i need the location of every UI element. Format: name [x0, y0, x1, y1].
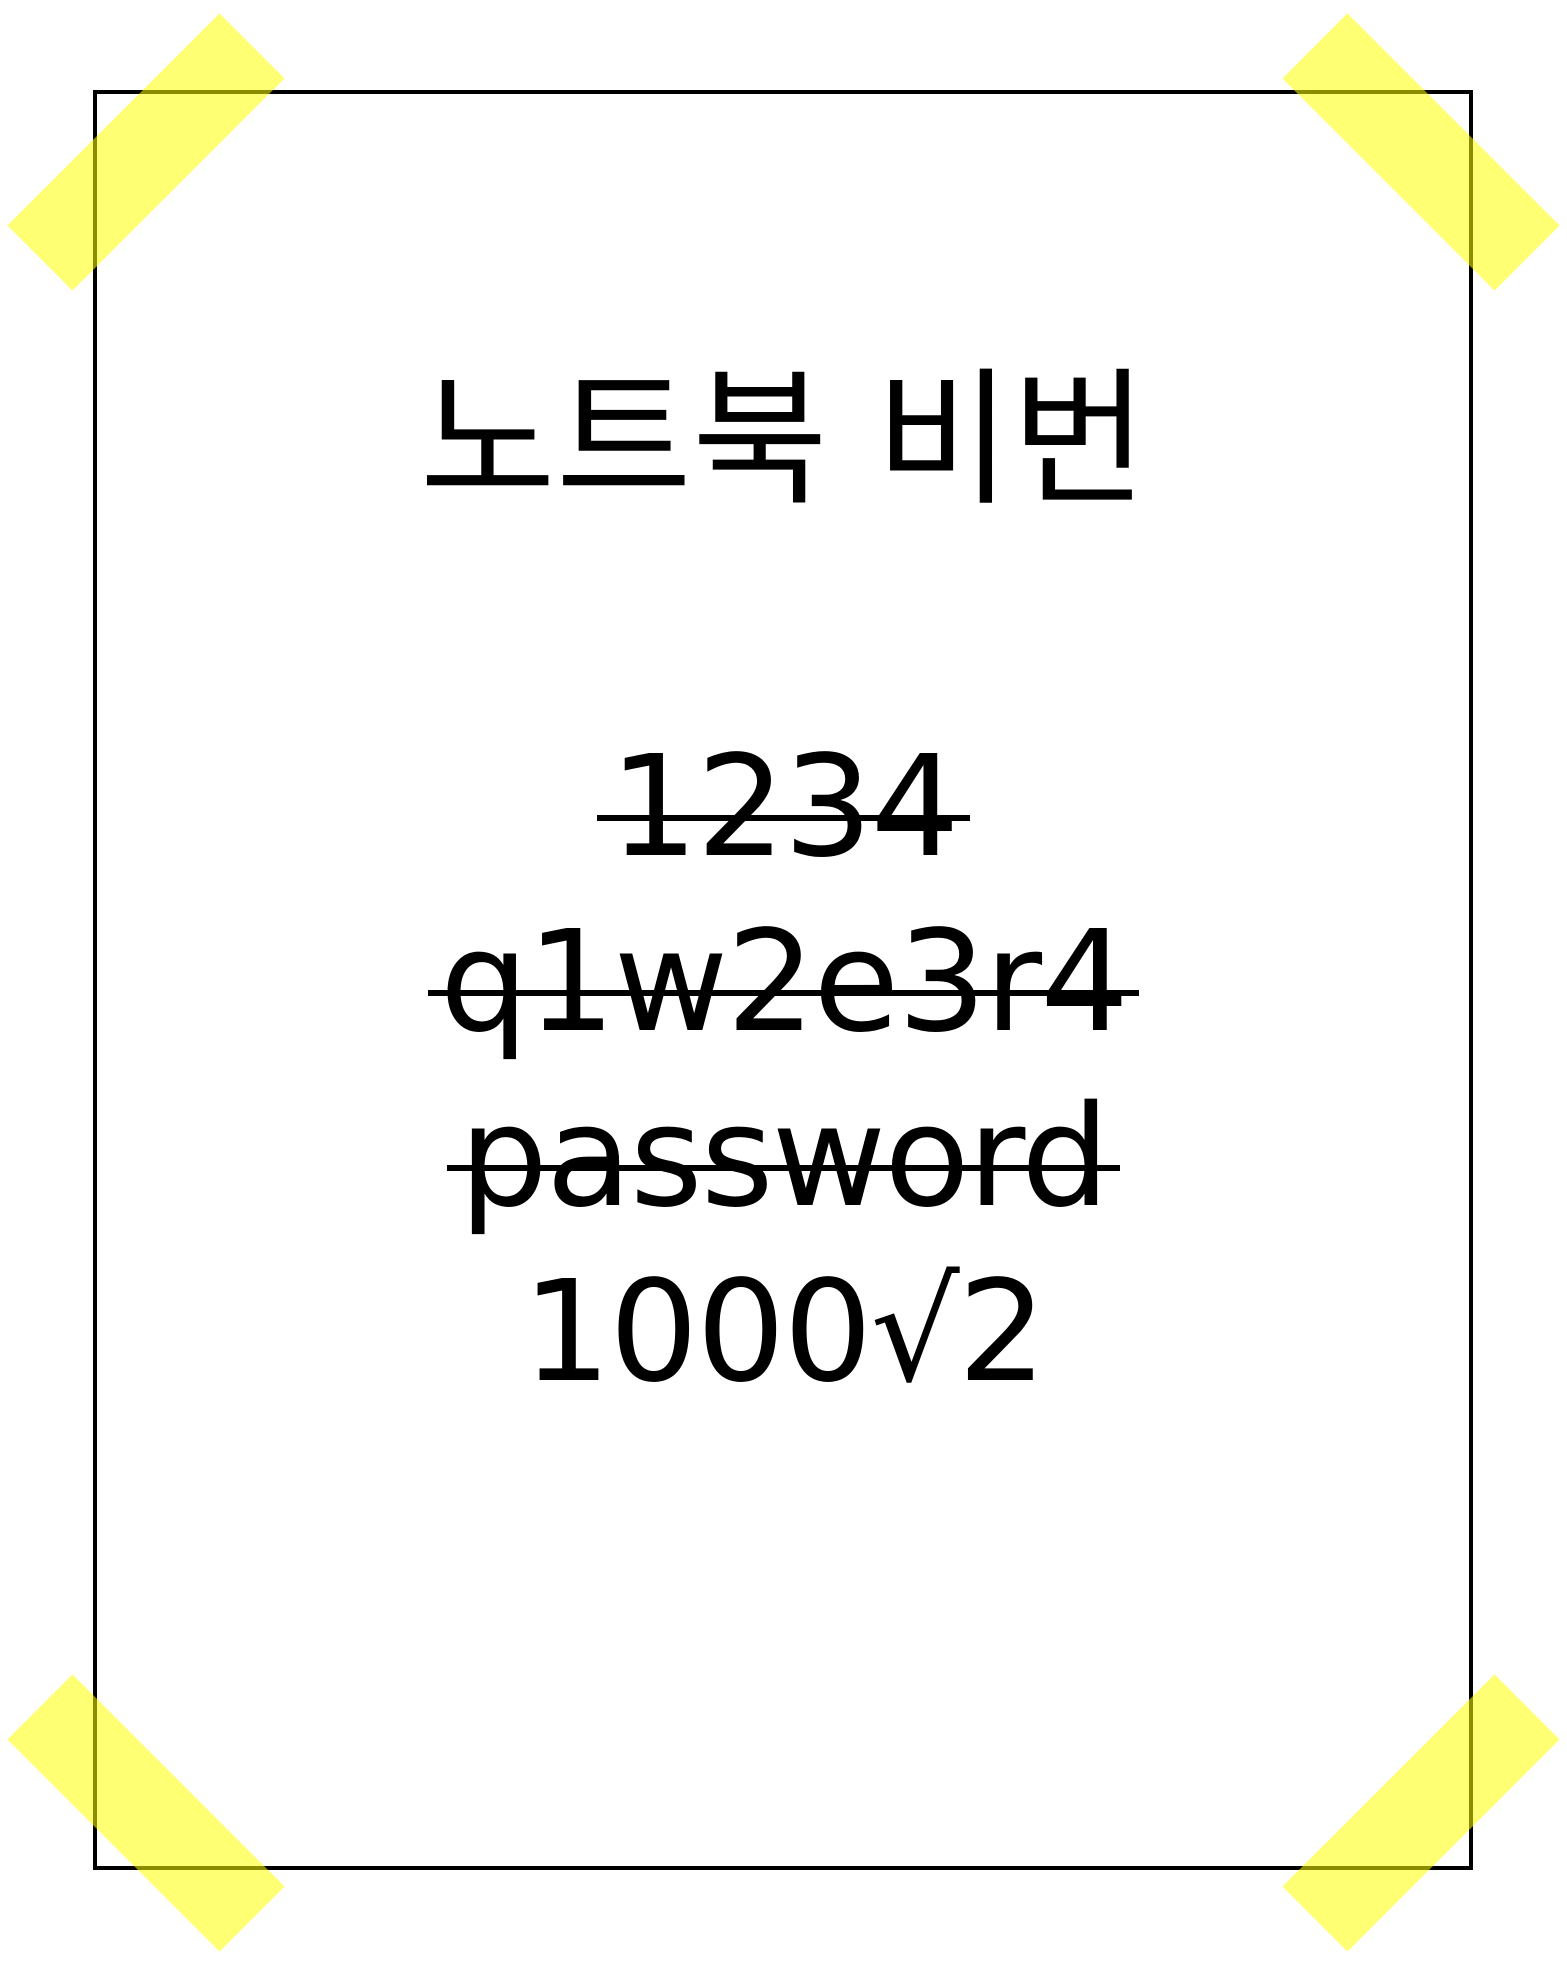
password-list: 1234 q1w2e3r4 password 1000√2: [0, 720, 1567, 1420]
password-item-crossed: q1w2e3r4: [0, 895, 1567, 1070]
password-text: password: [447, 1070, 1120, 1245]
password-item-current: 1000√2: [0, 1245, 1567, 1420]
password-text: q1w2e3r4: [427, 895, 1140, 1070]
note-title: 노트북 비번: [419, 354, 1148, 526]
password-text: 1000√2: [522, 1251, 1047, 1414]
password-item-crossed: password: [0, 1070, 1567, 1245]
password-item-crossed: 1234: [0, 720, 1567, 895]
password-text: 1234: [597, 720, 970, 895]
